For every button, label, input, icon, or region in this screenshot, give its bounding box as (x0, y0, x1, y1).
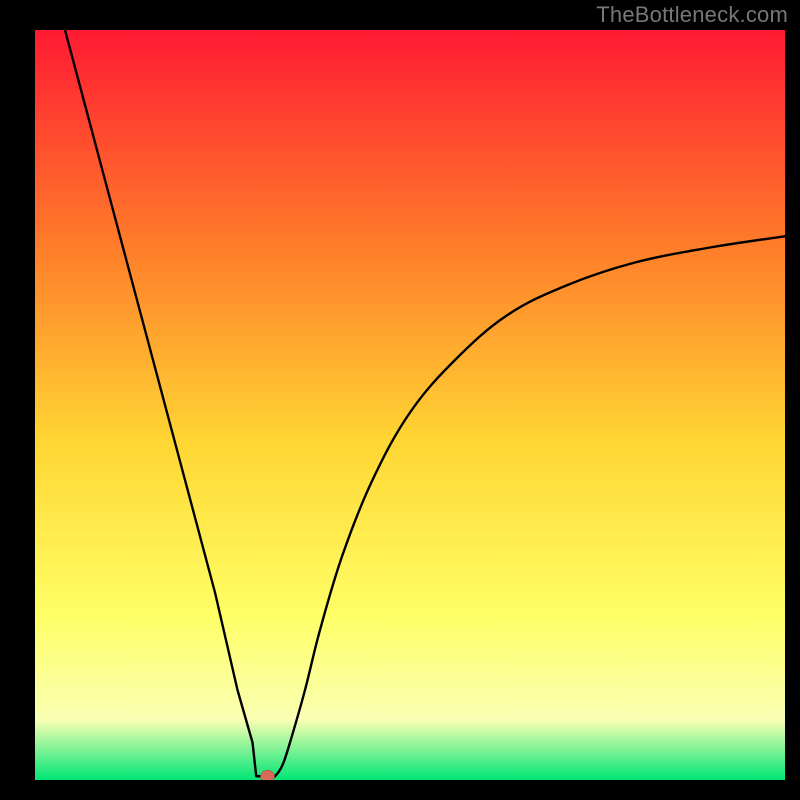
plot-area (35, 30, 785, 780)
minimum-marker (261, 770, 275, 780)
gradient-background (35, 30, 785, 780)
chart-frame: TheBottleneck.com (0, 0, 800, 800)
watermark-text: TheBottleneck.com (596, 2, 788, 28)
bottleneck-chart (35, 30, 785, 780)
